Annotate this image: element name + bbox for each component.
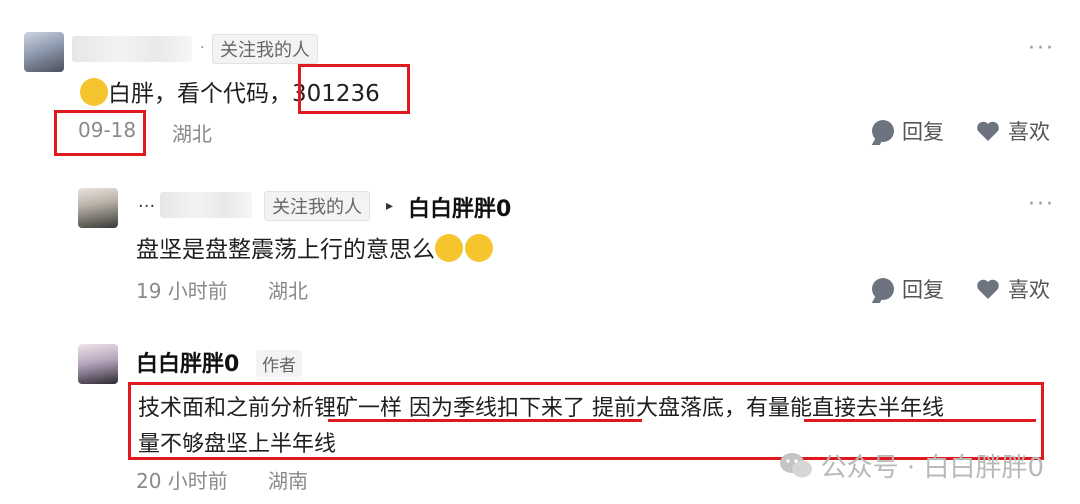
avatar[interactable] [24,32,64,72]
more-options-icon[interactable]: ··· [1028,36,1055,61]
watermark: 公众号 · 白白胖胖0 [779,447,1044,484]
follow-tag: 关注我的人 [264,191,370,221]
username-blurred[interactable] [72,36,192,62]
comment-body: 白胖，看个代码， [108,81,292,107]
ellipsis: ··· [138,196,156,217]
follow-tag: 关注我的人 [212,34,318,64]
reply-time: 20 小时前 [136,469,228,493]
reply-location: 湖北 [268,279,308,303]
highlight-box-date [54,110,146,156]
laughing-emoji-icon [435,234,463,262]
reply-icon [872,120,894,142]
underline-2 [804,419,1036,422]
like-button[interactable]: 喜欢 [976,274,1050,304]
reply-button[interactable]: 回复 [872,116,944,146]
underline-1 [328,419,642,422]
tongue-emoji-icon [80,78,108,106]
heart-icon [976,120,1000,142]
reply-line-2: 量不够盘坚上半年线 [138,432,337,457]
author-username[interactable]: 白白胖胖0 [136,346,239,378]
more-options-icon[interactable]: ··· [1028,192,1055,217]
highlight-box-code [298,64,410,114]
username-blurred[interactable] [160,192,252,218]
reply-to-username[interactable]: 白白胖胖0 [408,191,511,223]
reply-arrow-icon: ▸ [386,198,394,214]
heart-icon [976,278,1000,300]
wechat-icon [779,452,813,480]
avatar[interactable] [78,344,118,384]
reply-time: 19 小时前 [136,279,228,303]
reply-icon [872,278,894,300]
author-badge: 作者 [256,350,302,377]
reply-line-1: 技术面和之前分析锂矿一样 因为季线扣下来了 提前大盘落底，有量能直接去半年线 [138,396,944,421]
reply-button[interactable]: 回复 [872,274,944,304]
reply-location: 湖南 [268,469,308,493]
comment-location: 湖北 [172,122,212,146]
reply-text: 盘坚是盘整震荡上行的意思么 [136,230,493,264]
like-button[interactable]: 喜欢 [976,116,1050,146]
separator-dot: · [200,40,205,56]
avatar[interactable] [78,188,118,228]
laughing-emoji-icon [465,234,493,262]
